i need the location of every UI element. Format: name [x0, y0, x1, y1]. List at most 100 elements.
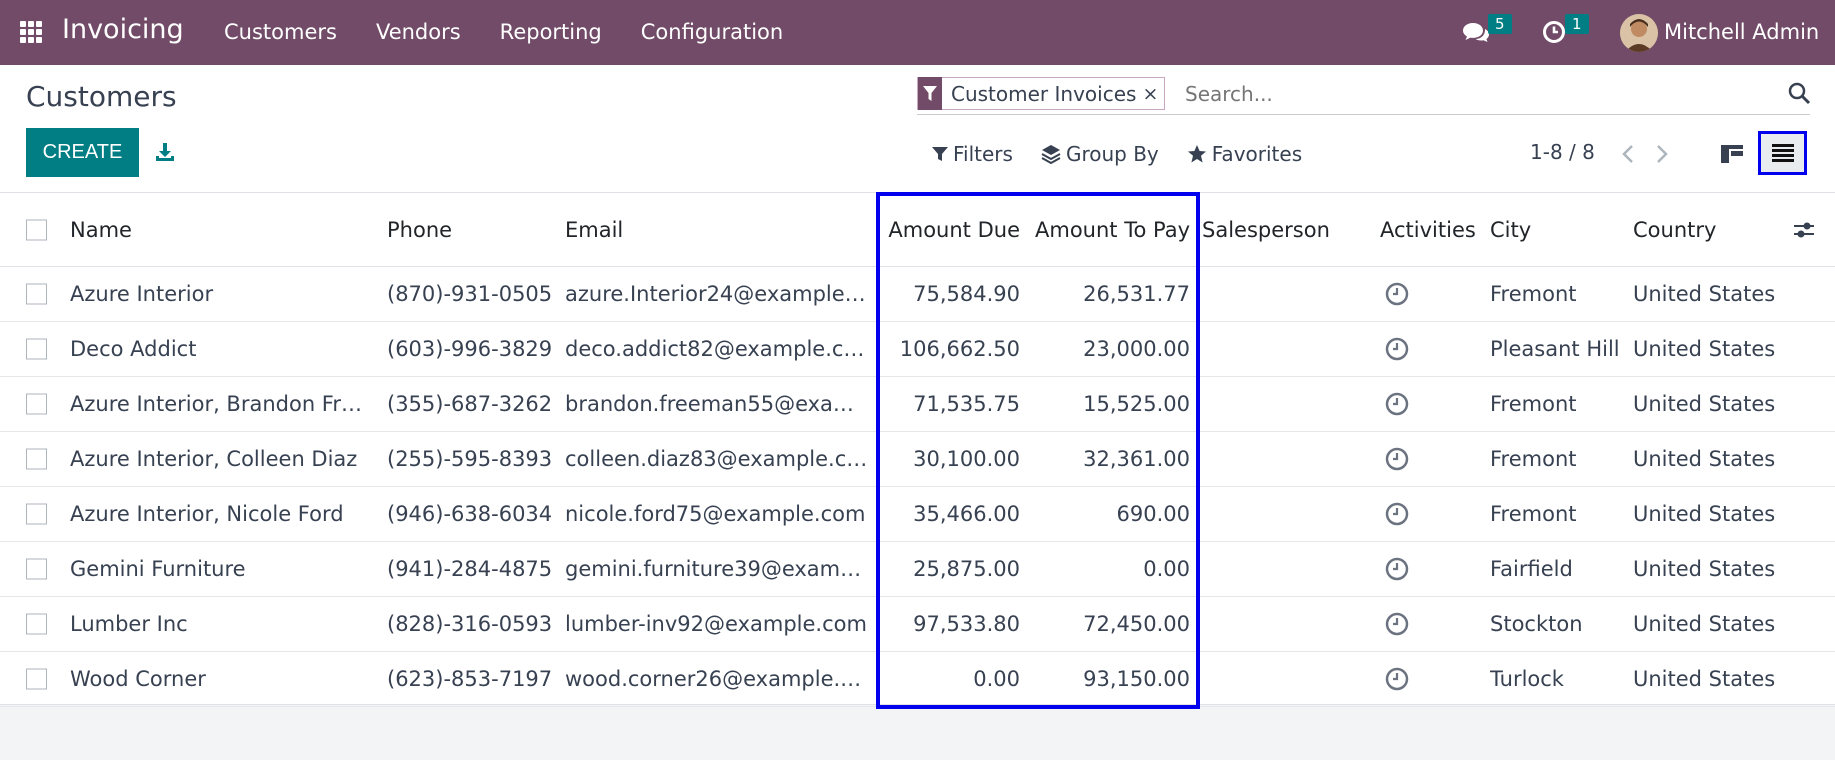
cell-name: Wood Corner [70, 667, 206, 691]
search-facet: Customer Invoices × [917, 77, 1166, 110]
cell-phone: (870)-931-0505 [387, 282, 553, 306]
download-icon[interactable] [154, 141, 176, 163]
optional-columns-icon[interactable] [1792, 219, 1816, 241]
menu-item-reporting[interactable]: Reporting [500, 20, 602, 44]
cell-amount-due: 25,875.00 [913, 557, 1020, 581]
menu-item-customers[interactable]: Customers [224, 20, 337, 44]
column-header-phone[interactable]: Phone [387, 193, 557, 266]
column-header-city[interactable]: City [1490, 193, 1630, 266]
cell-amount-due: 30,100.00 [913, 447, 1020, 471]
cell-city: Fremont [1490, 502, 1577, 526]
row-checkbox[interactable] [26, 558, 47, 580]
column-header-salesperson[interactable]: Salesperson [1202, 193, 1372, 266]
facet-close-icon[interactable]: × [1142, 83, 1164, 105]
cell-name: Deco Addict [70, 337, 197, 361]
table-row[interactable]: Azure Interior, Nicole Ford (946)-638-60… [0, 487, 1835, 542]
activity-clock-icon[interactable] [1385, 432, 1425, 486]
list-view-button[interactable] [1758, 131, 1807, 175]
table-row[interactable]: Lumber Inc (828)-316-0593 lumber-inv92@e… [0, 597, 1835, 652]
cell-amount-to-pay: 93,150.00 [1083, 667, 1190, 691]
search-icon[interactable] [1787, 81, 1811, 105]
table-row[interactable]: Azure Interior, Brandon Fr… (355)-687-32… [0, 377, 1835, 432]
row-checkbox[interactable] [26, 668, 47, 690]
column-header-amount-due[interactable]: Amount Due [880, 193, 1020, 266]
cell-salesperson [1202, 652, 1372, 706]
favorites-dropdown[interactable]: Favorites [1187, 142, 1302, 166]
activity-clock-icon[interactable] [1385, 597, 1425, 651]
row-checkbox[interactable] [26, 448, 47, 470]
cell-salesperson [1202, 377, 1372, 431]
cell-country: United States [1633, 612, 1776, 636]
groupby-dropdown[interactable]: Group By [1041, 142, 1159, 166]
cell-amount-to-pay: 690.00 [1116, 502, 1190, 526]
cell-phone: (828)-316-0593 [387, 612, 553, 636]
user-avatar[interactable] [1620, 14, 1658, 52]
cell-amount-to-pay: 23,000.00 [1083, 337, 1190, 361]
table-row[interactable]: Deco Addict (603)-996-3829 deco.addict82… [0, 322, 1835, 377]
activities-clock-icon[interactable] [1542, 20, 1566, 44]
row-checkbox[interactable] [26, 283, 47, 305]
cell-city: Fairfield [1490, 557, 1573, 581]
select-all-checkbox[interactable] [26, 219, 47, 240]
table-row[interactable]: Wood Corner (623)-853-7197 wood.corner26… [0, 652, 1835, 707]
star-icon [1187, 145, 1206, 163]
table-row[interactable]: Gemini Furniture (941)-284-4875 gemini.f… [0, 542, 1835, 597]
activity-clock-icon[interactable] [1385, 267, 1425, 321]
create-button[interactable]: CREATE [26, 128, 139, 177]
cell-amount-to-pay: 32,361.00 [1083, 447, 1190, 471]
cell-city: Turlock [1490, 667, 1564, 691]
search-input[interactable] [1185, 79, 1755, 109]
activity-clock-icon[interactable] [1385, 322, 1425, 376]
row-checkbox[interactable] [26, 393, 47, 415]
row-checkbox[interactable] [26, 503, 47, 525]
cell-city: Fremont [1490, 447, 1577, 471]
row-checkbox[interactable] [26, 338, 47, 360]
pager-value[interactable]: 1-8 / 8 [1530, 140, 1595, 164]
messages-count-badge: 5 [1488, 14, 1512, 34]
main-menu: Customers Vendors Reporting Configuratio… [224, 20, 822, 44]
cell-phone: (941)-284-4875 [387, 557, 553, 581]
chevron-left-icon[interactable] [1620, 143, 1636, 165]
activity-clock-icon[interactable] [1385, 487, 1425, 541]
cell-email: lumber-inv92@example.com [565, 612, 867, 636]
apps-menu-icon[interactable] [20, 21, 42, 43]
activity-clock-icon[interactable] [1385, 542, 1425, 596]
user-name[interactable]: Mitchell Admin [1664, 20, 1819, 44]
kanban-view-icon[interactable] [1720, 142, 1744, 166]
table-row[interactable]: Azure Interior (870)-931-0505 azure.Inte… [0, 267, 1835, 322]
breadcrumb: Customers [26, 80, 177, 113]
column-header-country[interactable]: Country [1633, 193, 1783, 266]
cell-amount-to-pay: 26,531.77 [1083, 282, 1190, 306]
cell-name: Gemini Furniture [70, 557, 246, 581]
cell-country: United States [1633, 667, 1776, 691]
chevron-right-icon[interactable] [1654, 143, 1670, 165]
app-name[interactable]: Invoicing [62, 14, 184, 45]
cell-email: azure.Interior24@example… [565, 282, 866, 306]
table-header: Name Phone Email Amount Due Amount To Pa… [0, 193, 1835, 267]
menu-item-vendors[interactable]: Vendors [376, 20, 461, 44]
cell-name: Azure Interior, Brandon Fr… [70, 392, 362, 416]
filters-label: Filters [953, 142, 1013, 166]
cell-country: United States [1633, 392, 1776, 416]
table-row[interactable]: Azure Interior, Colleen Diaz (255)-595-8… [0, 432, 1835, 487]
menu-item-configuration[interactable]: Configuration [641, 20, 783, 44]
cell-phone: (623)-853-7197 [387, 667, 553, 691]
cell-country: United States [1633, 557, 1776, 581]
cell-country: United States [1633, 502, 1776, 526]
row-checkbox[interactable] [26, 613, 47, 635]
cell-name: Azure Interior, Nicole Ford [70, 502, 344, 526]
groupby-label: Group By [1065, 142, 1159, 166]
column-header-name[interactable]: Name [70, 193, 370, 266]
messages-icon[interactable] [1462, 20, 1490, 44]
column-header-amount-to-pay[interactable]: Amount To Pay [1025, 193, 1190, 266]
favorites-label: Favorites [1211, 142, 1303, 166]
column-header-activities[interactable]: Activities [1380, 193, 1490, 266]
column-header-email[interactable]: Email [565, 193, 865, 266]
activity-clock-icon[interactable] [1385, 377, 1425, 431]
activity-clock-icon[interactable] [1385, 652, 1425, 706]
cell-amount-due: 75,584.90 [913, 282, 1020, 306]
filters-dropdown[interactable]: Filters [932, 142, 1013, 166]
cell-amount-due: 35,466.00 [913, 502, 1020, 526]
cell-email: nicole.ford75@example.com [565, 502, 866, 526]
cell-email: brandon.freeman55@exa… [565, 392, 854, 416]
